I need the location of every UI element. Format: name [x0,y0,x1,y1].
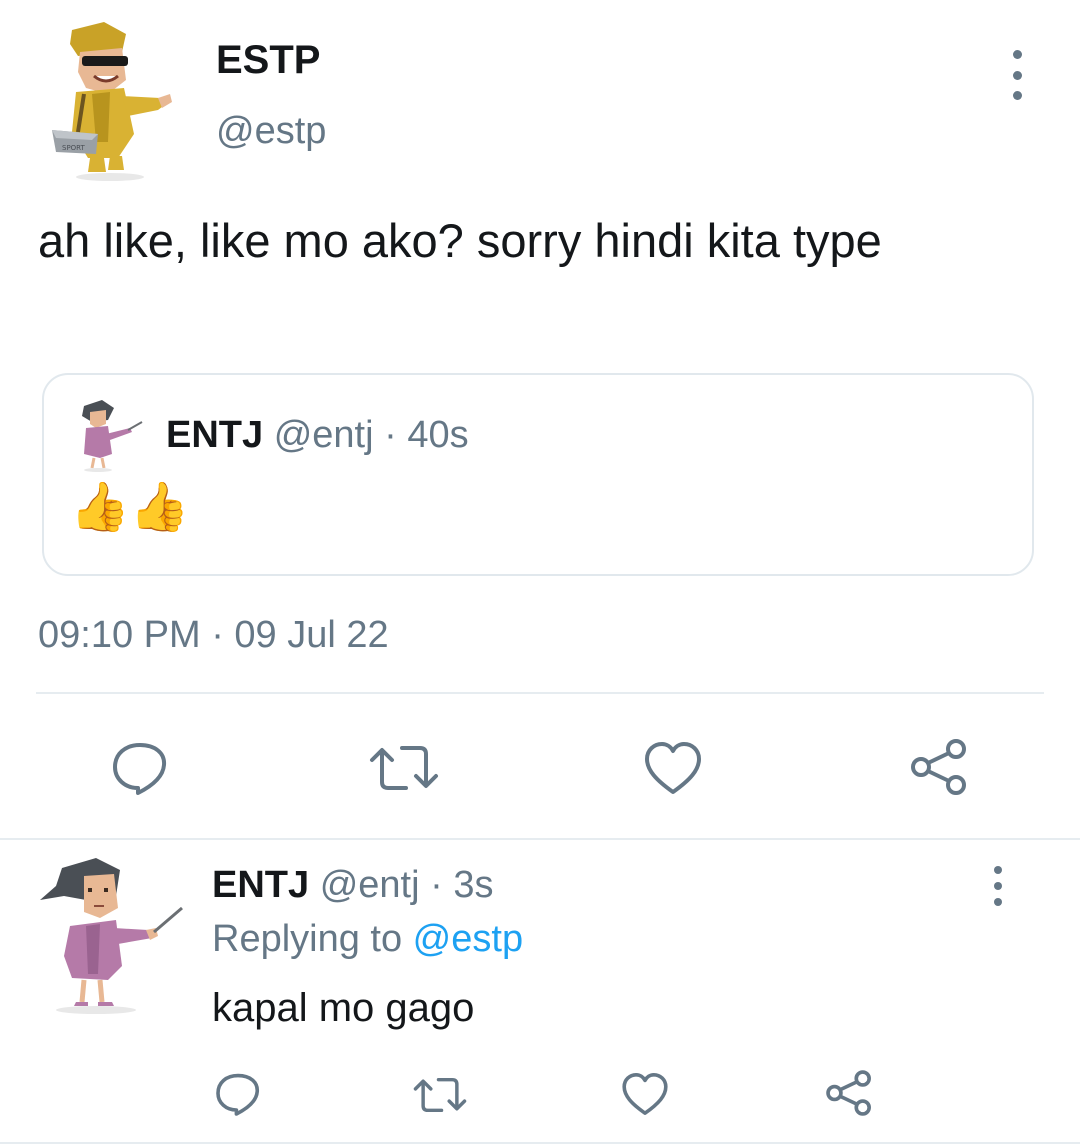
like-icon[interactable] [642,738,704,798]
quoted-author-name[interactable]: ENTJ [166,414,263,456]
reply-author-meta: @entj · 3s [319,864,494,906]
quoted-tweet-text: 👍👍 [70,481,190,534]
more-options-icon[interactable] [1000,50,1034,100]
quoted-tweet-header: ENTJ @entj · 40s [166,414,469,457]
estp-avatar[interactable]: SPORT [48,22,176,182]
replying-prefix: Replying to [212,918,413,960]
more-dot [1012,50,1022,59]
reply-share-icon[interactable] [824,1068,874,1118]
reply-retweet-icon[interactable] [412,1072,468,1118]
more-dot [1012,70,1022,80]
quoted-author-meta: @entj · 40s [273,414,469,456]
replying-to-line: Replying to @estp [212,918,523,961]
reply-icon[interactable] [110,738,170,798]
divider [36,692,1044,694]
more-dot [994,898,1002,906]
share-icon[interactable] [908,736,970,798]
retweet-icon[interactable] [368,738,440,798]
reply-reply-icon[interactable] [214,1070,262,1118]
reply-header: ENTJ @entj · 3s [212,864,493,907]
tweet-text: ah like, like mo ako? sorry hindi kita t… [38,214,882,267]
reply-like-icon[interactable] [620,1070,670,1118]
entj-avatar[interactable] [36,856,184,1016]
more-dot [1012,91,1022,100]
replying-to-mention[interactable]: @estp [413,918,523,960]
more-dot [994,866,1002,874]
bottom-divider [0,1142,1080,1144]
reply-text: kapal mo gago [212,986,475,1030]
svg-text:SPORT: SPORT [62,144,86,152]
entj-avatar-small[interactable] [72,398,144,472]
more-dot [994,882,1002,890]
reply-more-options-icon[interactable] [984,866,1012,906]
author-handle[interactable]: @estp [216,110,326,153]
quoted-tweet-card[interactable] [42,373,1034,576]
reply-author-name[interactable]: ENTJ [212,864,309,906]
author-display-name[interactable]: ESTP [216,38,320,83]
section-divider [0,838,1080,840]
tweet-timestamp[interactable]: 09:10 PM · 09 Jul 22 [38,614,389,657]
